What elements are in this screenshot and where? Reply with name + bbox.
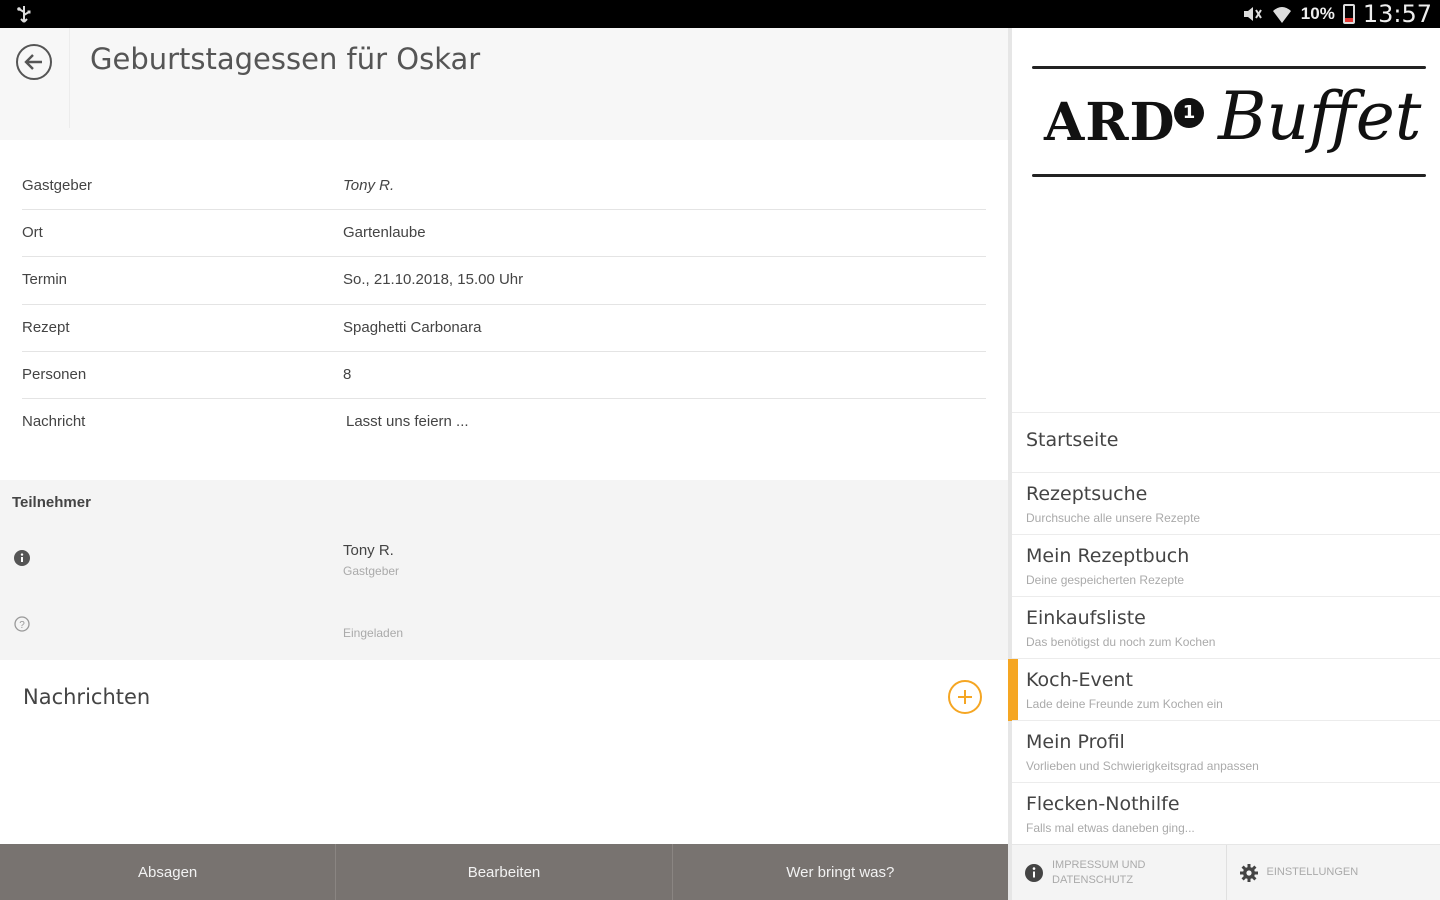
detail-value: Tony R. bbox=[343, 177, 395, 194]
logo-ard-text: ARD bbox=[1044, 92, 1176, 153]
menu-item-label: Rezeptsuche bbox=[1026, 483, 1148, 505]
detail-value: Lasst uns feiern ... bbox=[346, 412, 469, 430]
cancel-button[interactable]: Absagen bbox=[0, 844, 337, 900]
detail-label: Nachricht bbox=[22, 412, 86, 430]
menu-item-subtitle: Durchsuche alle unsere Rezepte bbox=[1026, 511, 1201, 525]
detail-label: Personen bbox=[22, 365, 87, 383]
participant-role: Gastgeber bbox=[343, 564, 400, 578]
bottom-action-bar: Absagen Bearbeiten Wer bringt was? bbox=[0, 844, 1008, 900]
menu-item-label: Startseite bbox=[1026, 429, 1119, 451]
settings-button[interactable]: Einstellungen bbox=[1227, 845, 1440, 900]
navigation-drawer: ARD 1 Buffet Startseite Rezeptsuche Durc… bbox=[1008, 28, 1440, 900]
detail-row-recipe[interactable]: Rezept Spaghetti Carbonara bbox=[22, 305, 986, 352]
detail-row-location: Ort Gartenlaube bbox=[22, 210, 986, 258]
usb-icon bbox=[17, 6, 31, 23]
participants-header: Teilnehmer bbox=[12, 494, 91, 511]
participant-row[interactable]: Tony R. Gastgeber bbox=[0, 534, 1008, 594]
svg-text:?: ? bbox=[19, 620, 25, 631]
participant-role: Eingeladen bbox=[343, 626, 404, 640]
menu-item-subtitle: Das benötigst du noch zum Kochen bbox=[1026, 635, 1216, 649]
page-title: Geburtstagessen für Oskar bbox=[90, 42, 481, 76]
header: Geburtstagessen für Oskar bbox=[0, 28, 1008, 140]
imprint-label-line1: Impressum und bbox=[1052, 858, 1146, 871]
menu-item-koch-event[interactable]: Koch-Event Lade deine Freunde zum Kochen… bbox=[1008, 658, 1440, 721]
edit-button[interactable]: Bearbeiten bbox=[336, 844, 673, 900]
participants-section: Teilnehmer Tony R. Gastgeber ? Eingelade… bbox=[0, 480, 1008, 660]
status-bar: 10% 13:57 bbox=[0, 0, 1440, 28]
question-icon: ? bbox=[14, 616, 30, 632]
event-detail-panel: Geburtstagessen für Oskar Gastgeber Tony… bbox=[0, 28, 1008, 900]
menu-item-startseite[interactable]: Startseite bbox=[1012, 412, 1440, 472]
event-details: Gastgeber Tony R. Ort Gartenlaube Termin… bbox=[22, 163, 986, 446]
logo-top-line bbox=[1032, 66, 1426, 69]
menu-item-label: Mein Profil bbox=[1026, 731, 1125, 753]
mute-icon bbox=[1243, 7, 1262, 21]
detail-label: Gastgeber bbox=[22, 177, 93, 194]
info-icon bbox=[14, 550, 30, 566]
menu-item-rezeptsuche[interactable]: Rezeptsuche Durchsuche alle unsere Rezep… bbox=[1012, 472, 1440, 534]
detail-value: So., 21.10.2018, 15.00 Uhr bbox=[343, 271, 524, 289]
wifi-icon bbox=[1272, 7, 1291, 23]
detail-label: Ort bbox=[22, 224, 43, 242]
detail-row-date: Termin So., 21.10.2018, 15.00 Uhr bbox=[22, 257, 986, 305]
settings-label: Einstellungen bbox=[1266, 866, 1359, 878]
detail-value: Gartenlaube bbox=[343, 224, 426, 242]
clock: 13:57 bbox=[1362, 0, 1432, 28]
detail-label: Termin bbox=[22, 271, 68, 289]
back-button[interactable] bbox=[0, 28, 70, 128]
battery-percent: 10% bbox=[1300, 4, 1335, 23]
detail-value: 8 bbox=[343, 365, 352, 383]
back-arrow-icon bbox=[16, 44, 52, 80]
menu-item-mein-profil[interactable]: Mein Profil Vorlieben und Schwierigkeits… bbox=[1012, 720, 1440, 782]
drawer-footer: Impressum und Datenschutz Einstellungen bbox=[1012, 844, 1440, 900]
detail-label: Rezept bbox=[22, 318, 70, 336]
menu-item-label: Koch-Event bbox=[1026, 669, 1133, 691]
battery-icon bbox=[1342, 4, 1355, 24]
detail-value[interactable]: Spaghetti Carbonara bbox=[343, 319, 481, 336]
gear-icon bbox=[1239, 863, 1258, 882]
menu-item-flecken-nothilfe[interactable]: Flecken-Nothilfe Falls mal etwas daneben… bbox=[1012, 782, 1440, 844]
info-icon bbox=[1025, 863, 1043, 882]
add-message-button[interactable] bbox=[948, 680, 982, 714]
menu-item-label: Einkaufsliste bbox=[1026, 607, 1146, 629]
logo: ARD 1 Buffet bbox=[1012, 28, 1440, 412]
imprint-label-line2: Datenschutz bbox=[1052, 873, 1134, 886]
detail-row-host: Gastgeber Tony R. bbox=[22, 163, 986, 211]
messages-title: Nachrichten bbox=[23, 685, 151, 709]
imprint-label: Impressum und Datenschutz bbox=[1052, 858, 1146, 888]
imprint-button[interactable]: Impressum und Datenschutz bbox=[1012, 845, 1227, 900]
participant-row[interactable]: ? Eingeladen bbox=[0, 596, 1008, 656]
menu-item-subtitle: Falls mal etwas daneben ging... bbox=[1026, 821, 1195, 835]
drawer-menu: Startseite Rezeptsuche Durchsuche alle u… bbox=[1008, 412, 1440, 844]
who-brings-what-button[interactable]: Wer bringt was? bbox=[673, 844, 1008, 900]
menu-item-label: Flecken-Nothilfe bbox=[1026, 793, 1180, 815]
menu-item-subtitle: Vorlieben und Schwierigkeitsgrad anpasse… bbox=[1026, 759, 1259, 773]
menu-item-subtitle: Lade deine Freunde zum Kochen ein bbox=[1026, 697, 1223, 711]
menu-item-subtitle: Deine gespeicherten Rezepte bbox=[1026, 573, 1185, 587]
participant-name: Tony R. bbox=[343, 542, 394, 559]
logo-bottom-line bbox=[1032, 174, 1426, 177]
menu-item-rezeptbuch[interactable]: Mein Rezeptbuch Deine gespeicherten Reze… bbox=[1012, 534, 1440, 596]
detail-row-persons: Personen 8 bbox=[22, 352, 986, 399]
logo-one-badge: 1 bbox=[1174, 98, 1204, 128]
menu-item-einkaufsliste[interactable]: Einkaufsliste Das benötigst du noch zum … bbox=[1012, 596, 1440, 658]
logo-buffet-text: Buffet bbox=[1218, 78, 1422, 155]
detail-row-message: Nachricht Lasst uns feiern ... bbox=[22, 399, 986, 446]
menu-item-label: Mein Rezeptbuch bbox=[1026, 545, 1190, 567]
